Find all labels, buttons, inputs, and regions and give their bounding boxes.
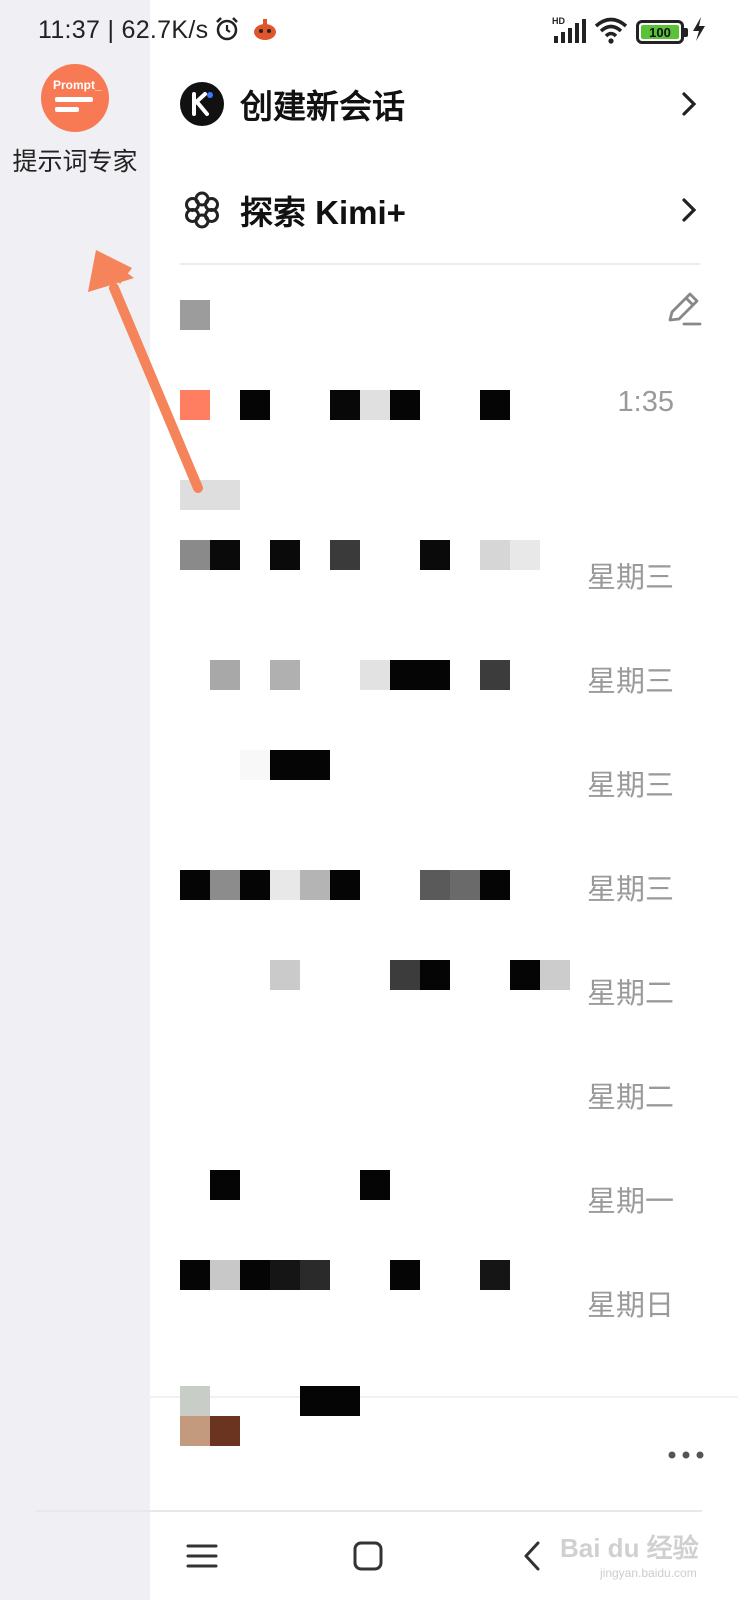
pixelated-title: [480, 1260, 510, 1290]
pixelated-title: [180, 1260, 210, 1290]
pixelated-title: [180, 540, 210, 570]
pixelated-title: [420, 540, 450, 570]
pixelated-title: [390, 960, 420, 990]
back-chevron-icon[interactable]: [512, 1534, 556, 1578]
pixelated-title: [210, 660, 240, 690]
chat-date: 星期三: [586, 562, 674, 594]
status-time: 11:37 | 62.7K/s: [38, 16, 209, 44]
pixelated-title: [330, 870, 360, 900]
pixelated-title: [210, 1260, 240, 1290]
user-avatar[interactable]: [180, 1386, 210, 1416]
chat-date: 1:35: [617, 386, 674, 418]
pixelated-title: [270, 540, 300, 570]
app-notification-icon: [254, 19, 276, 40]
charging-icon: [693, 17, 705, 41]
status-bar: 11:37 | 62.7K/s HD 100: [0, 0, 738, 64]
chat-date: 星期三: [586, 874, 674, 906]
pixelated-title: [240, 390, 270, 420]
pixelated-title: [210, 1170, 240, 1200]
pixelated-title: [360, 390, 390, 420]
pixelated-title: [240, 750, 270, 780]
pixelated-title: [300, 870, 330, 900]
pixelated-title: [360, 660, 390, 690]
pixelated-title: [210, 870, 240, 900]
pixelated-title: [270, 660, 300, 690]
pixelated-title: [300, 1260, 330, 1290]
pixelated-title: [540, 960, 570, 990]
more-dots-icon[interactable]: [666, 1447, 706, 1463]
pixelated-title: [510, 540, 540, 570]
pixelated-title: [480, 870, 510, 900]
pixelated-title: [480, 390, 510, 420]
chat-date: 星期日: [586, 1290, 674, 1322]
pixelated-title: [420, 870, 450, 900]
pixelated-title: [390, 1260, 420, 1290]
chat-date: 星期一: [586, 1186, 674, 1218]
system-nav-bar: Bai du 经验 jingyan.baidu.com: [0, 1512, 738, 1600]
alarm-clock-icon: [216, 17, 238, 41]
menu-icon[interactable]: [180, 1534, 224, 1578]
signal-icon: HD: [552, 16, 586, 43]
pixelated-title: [270, 870, 300, 900]
pixelated-title: [240, 870, 270, 900]
user-avatar[interactable]: [210, 1416, 240, 1446]
user-name: [300, 1386, 360, 1416]
pixelated-title: [270, 1260, 300, 1290]
chat-date: 星期二: [586, 1082, 674, 1114]
pixelated-title: [240, 1260, 270, 1290]
pixelated-title: [270, 750, 330, 780]
chat-date: 星期三: [586, 666, 674, 698]
watermark-url: jingyan.baidu.com: [600, 1566, 697, 1580]
wifi-icon: [594, 17, 628, 44]
pixelated-title: [510, 960, 540, 990]
pixelated-title: [390, 660, 450, 690]
pixelated-title: [450, 870, 480, 900]
chat-date: 星期二: [586, 978, 674, 1010]
pixelated-title: [390, 390, 420, 420]
annotation-arrow-icon: [88, 250, 203, 493]
watermark: Bai du 经验: [560, 1533, 699, 1563]
pixelated-title: [360, 1170, 390, 1200]
battery-level: 100: [641, 25, 679, 40]
pixelated-title: [420, 960, 450, 990]
account-bar: [150, 1396, 738, 1508]
battery-indicator: 100: [636, 20, 688, 44]
chat-item[interactable]: 星期二: [180, 1060, 710, 1120]
pixelated-title: [480, 540, 510, 570]
chat-date: 星期三: [586, 770, 674, 802]
pixelated-title: [210, 540, 240, 570]
chat-item[interactable]: 星期一: [180, 1164, 710, 1224]
pixelated-title: [480, 660, 510, 690]
pixelated-title: [270, 960, 300, 990]
home-square-icon[interactable]: [346, 1534, 390, 1578]
user-avatar[interactable]: [180, 1416, 210, 1446]
pixelated-title: [330, 390, 360, 420]
network-label: HD: [552, 16, 565, 26]
pixelated-title: [180, 870, 210, 900]
pixelated-title: [330, 540, 360, 570]
